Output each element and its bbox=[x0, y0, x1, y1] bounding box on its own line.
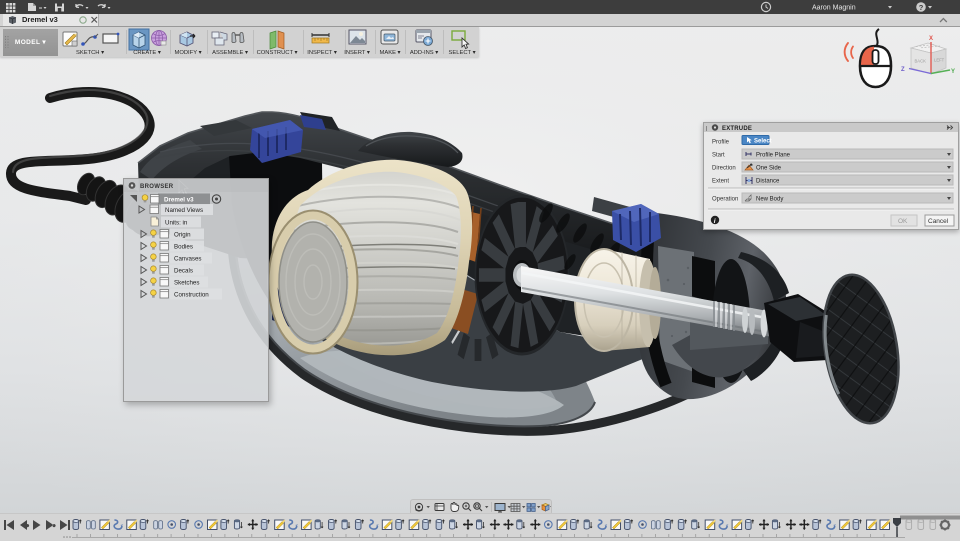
svg-text:Dremel v3: Dremel v3 bbox=[164, 197, 194, 204]
svg-text:Sketches: Sketches bbox=[174, 280, 199, 287]
svg-text:Z: Z bbox=[901, 67, 905, 73]
svg-text:INSERT ▾: INSERT ▾ bbox=[344, 50, 370, 56]
svg-text:ASSEMBLE ▾: ASSEMBLE ▾ bbox=[212, 50, 248, 56]
svg-text:Units: in: Units: in bbox=[165, 220, 188, 227]
svg-text:New Body: New Body bbox=[756, 197, 783, 203]
svg-text:BROWSER: BROWSER bbox=[140, 184, 174, 190]
svg-text:LEFT: LEFT bbox=[934, 58, 945, 63]
svg-text:Aaron Magnin: Aaron Magnin bbox=[812, 5, 856, 12]
svg-text:ADD-INS ▾: ADD-INS ▾ bbox=[410, 50, 438, 56]
svg-text:Construction: Construction bbox=[174, 292, 209, 299]
svg-text:Origin: Origin bbox=[174, 232, 191, 239]
svg-text:Canvases: Canvases bbox=[174, 256, 202, 263]
svg-text:X: X bbox=[929, 36, 933, 42]
svg-text:Profile Plane: Profile Plane bbox=[756, 153, 791, 159]
svg-text:Cancel: Cancel bbox=[928, 218, 949, 225]
svg-text:Start: Start bbox=[712, 153, 725, 159]
svg-text:Distance: Distance bbox=[756, 179, 780, 185]
svg-text:SKETCH ▾: SKETCH ▾ bbox=[76, 50, 104, 56]
svg-text:i: i bbox=[714, 218, 716, 225]
svg-text:Profile: Profile bbox=[712, 140, 730, 146]
svg-text:Select: Select bbox=[754, 139, 772, 145]
svg-text:MAKE ▾: MAKE ▾ bbox=[380, 50, 401, 56]
svg-text:BACK: BACK bbox=[915, 59, 927, 64]
svg-text:?: ? bbox=[919, 3, 924, 12]
svg-text:Decals: Decals bbox=[174, 268, 193, 275]
svg-text:Bodies: Bodies bbox=[174, 244, 193, 251]
svg-text:One Side: One Side bbox=[756, 166, 782, 172]
svg-text:INSPECT ▾: INSPECT ▾ bbox=[307, 50, 337, 56]
svg-text:Named Views: Named Views bbox=[165, 207, 203, 214]
svg-text:EXTRUDE: EXTRUDE bbox=[722, 126, 752, 132]
svg-text:CONSTRUCT ▾: CONSTRUCT ▾ bbox=[257, 50, 298, 56]
svg-text:Extent: Extent bbox=[712, 179, 729, 185]
svg-text:CREATE ▾: CREATE ▾ bbox=[133, 50, 161, 56]
svg-text:Y: Y bbox=[951, 69, 955, 75]
svg-text:Operation: Operation bbox=[712, 197, 738, 203]
svg-text:SELECT ▾: SELECT ▾ bbox=[449, 50, 476, 56]
svg-text:MODIFY ▾: MODIFY ▾ bbox=[175, 50, 202, 56]
svg-text:OK: OK bbox=[898, 218, 908, 225]
svg-text:Direction: Direction bbox=[712, 166, 736, 172]
